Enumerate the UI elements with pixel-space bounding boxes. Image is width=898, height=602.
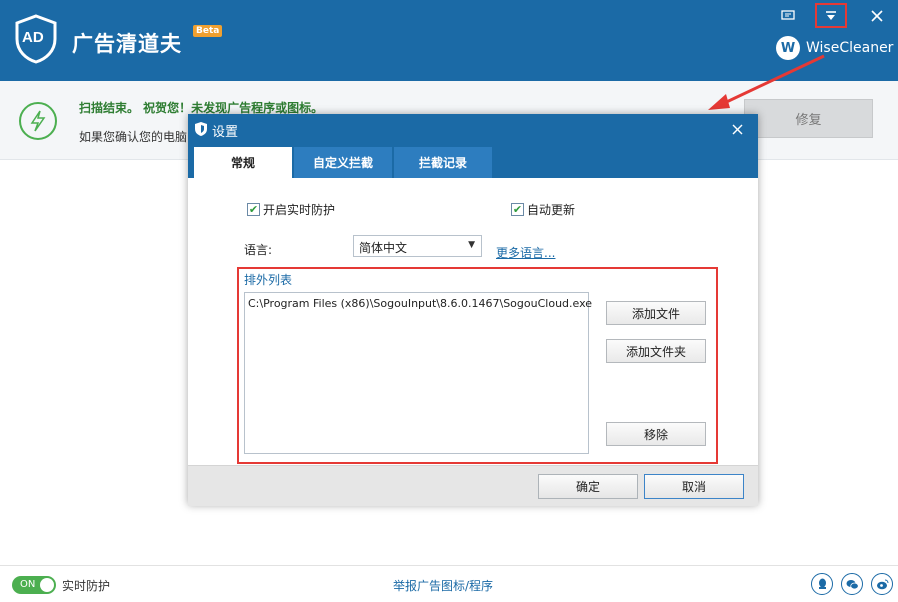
ok-button[interactable]: 确定 bbox=[538, 474, 638, 499]
chevron-down-icon: ▼ bbox=[468, 240, 475, 250]
exclusion-list-title: 排外列表 bbox=[244, 273, 293, 287]
tab-general[interactable]: 常规 bbox=[194, 147, 292, 178]
menu-highlight-box bbox=[815, 3, 847, 28]
dialog-button-bar: 确定 取消 bbox=[188, 465, 758, 506]
tab-custom-block[interactable]: 自定义拦截 bbox=[294, 147, 392, 178]
tab-block-log[interactable]: 拦截记录 bbox=[394, 147, 492, 178]
report-ad-link[interactable]: 举报广告图标/程序 bbox=[393, 577, 493, 594]
more-languages-link[interactable]: 更多语言... bbox=[496, 244, 555, 261]
dialog-tab-bar: 常规 自定义拦截 拦截记录 bbox=[188, 145, 758, 178]
wechat-icon[interactable] bbox=[841, 573, 863, 595]
exclusion-list[interactable]: C:\Program Files (x86)\SogouInput\8.6.0.… bbox=[244, 292, 592, 454]
toggle-knob bbox=[40, 578, 54, 592]
add-file-button[interactable]: 添加文件 bbox=[606, 301, 706, 325]
realtime-label: 实时防护 bbox=[62, 579, 111, 593]
dialog-title-bar: 设置 bbox=[188, 114, 758, 145]
auto-update-checkbox[interactable]: ✔ bbox=[511, 203, 524, 216]
language-label: 语言: bbox=[244, 243, 273, 257]
realtime-protection-checkbox[interactable]: ✔ bbox=[247, 203, 260, 216]
feedback-icon[interactable] bbox=[775, 4, 801, 28]
settings-dialog: 设置 常规 自定义拦截 拦截记录 ✔ 开启实时防护 ✔ 自动更新 语言: 简体中… bbox=[188, 114, 758, 506]
realtime-toggle[interactable]: ON bbox=[12, 576, 56, 594]
logo-text: AD bbox=[22, 29, 44, 46]
language-select[interactable]: 简体中文 ▼ bbox=[353, 235, 482, 257]
scan-result-subtitle: 如果您确认您的电脑 bbox=[79, 130, 188, 144]
app-title: 广告清道夫 bbox=[72, 32, 182, 56]
auto-update-label: 自动更新 bbox=[527, 203, 576, 217]
realtime-protection-label: 开启实时防护 bbox=[263, 203, 336, 217]
cancel-button[interactable]: 取消 bbox=[644, 474, 744, 499]
lightning-icon bbox=[19, 102, 57, 140]
list-item[interactable]: C:\Program Files (x86)\SogouInput\8.6.0.… bbox=[248, 297, 592, 310]
status-footer: ON 实时防护 举报广告图标/程序 bbox=[0, 565, 898, 602]
remove-button[interactable]: 移除 bbox=[606, 422, 706, 446]
dialog-title: 设置 bbox=[212, 125, 239, 140]
toggle-state: ON bbox=[20, 579, 36, 590]
dialog-close-icon[interactable] bbox=[726, 118, 748, 140]
language-value: 简体中文 bbox=[359, 241, 408, 255]
beta-badge: Beta bbox=[193, 25, 223, 37]
qq-icon[interactable] bbox=[811, 573, 833, 595]
dialog-shield-icon bbox=[195, 122, 207, 136]
close-icon[interactable] bbox=[864, 4, 890, 28]
weibo-icon[interactable] bbox=[871, 573, 893, 595]
add-folder-button[interactable]: 添加文件夹 bbox=[606, 339, 706, 363]
annotation-arrow bbox=[708, 54, 825, 110]
